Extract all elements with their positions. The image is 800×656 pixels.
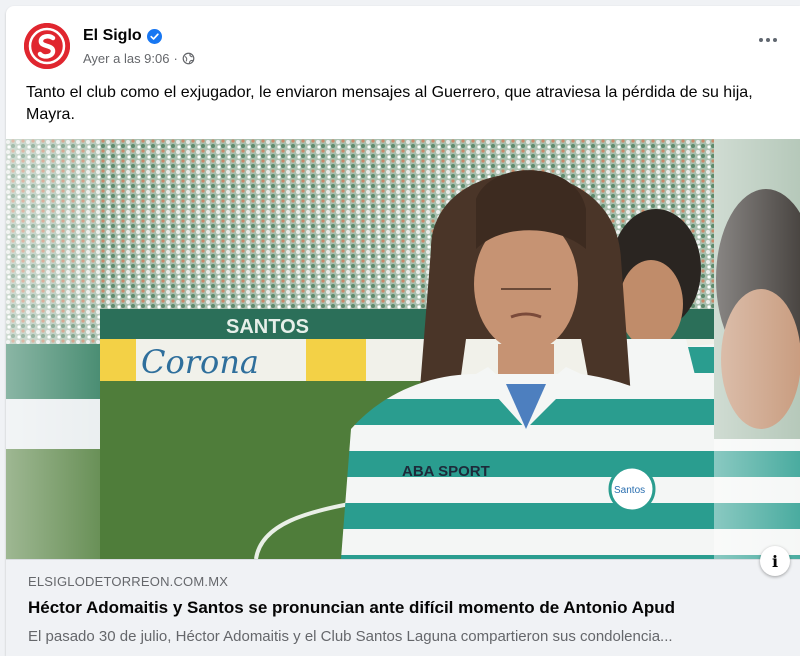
post-image[interactable]: SANTOS Corona ABA SPORT Santos bbox=[6, 139, 800, 559]
el-siglo-logo-icon bbox=[24, 23, 70, 69]
post-text: Tanto el club como el exjugador, le envi… bbox=[26, 84, 753, 123]
banner-text: Corona bbox=[141, 343, 259, 381]
main-photo: SANTOS Corona ABA SPORT Santos bbox=[100, 139, 716, 559]
page-name-label[interactable]: El Siglo bbox=[83, 27, 142, 45]
link-domain: ELSIGLODETORREON.COM.MX bbox=[28, 574, 229, 589]
more-dot-icon bbox=[773, 38, 777, 42]
info-icon[interactable]: i bbox=[760, 546, 790, 576]
jersey-sponsor-text: ABA SPORT bbox=[402, 463, 490, 480]
page-name[interactable]: El Siglo bbox=[83, 27, 162, 45]
jersey-crest-text: Santos bbox=[614, 485, 645, 496]
globe-icon[interactable] bbox=[182, 52, 195, 65]
verified-badge-icon bbox=[146, 28, 162, 44]
meta-separator: · bbox=[173, 51, 178, 66]
more-dot-icon bbox=[766, 38, 770, 42]
more-options-button[interactable] bbox=[754, 30, 782, 50]
wall-text: SANTOS bbox=[226, 316, 309, 338]
post-meta: Ayer a las 9:06 · bbox=[83, 51, 195, 66]
post-card: El Siglo Ayer a las 9:06 · Tanto el club… bbox=[6, 6, 800, 656]
football-player-photo: SANTOS Corona ABA SPORT Santos bbox=[6, 139, 800, 559]
post-header: El Siglo Ayer a las 9:06 · bbox=[6, 6, 800, 74]
link-title[interactable]: Héctor Adomaitis y Santos se pronuncian … bbox=[28, 598, 675, 618]
post-timestamp[interactable]: Ayer a las 9:06 bbox=[83, 51, 169, 66]
page-avatar[interactable] bbox=[24, 23, 70, 69]
more-dot-icon bbox=[759, 38, 763, 42]
link-description: El pasado 30 de julio, Héctor Adomaitis … bbox=[28, 628, 673, 645]
link-preview[interactable]: ELSIGLODETORREON.COM.MX Héctor Adomaitis… bbox=[6, 559, 800, 656]
